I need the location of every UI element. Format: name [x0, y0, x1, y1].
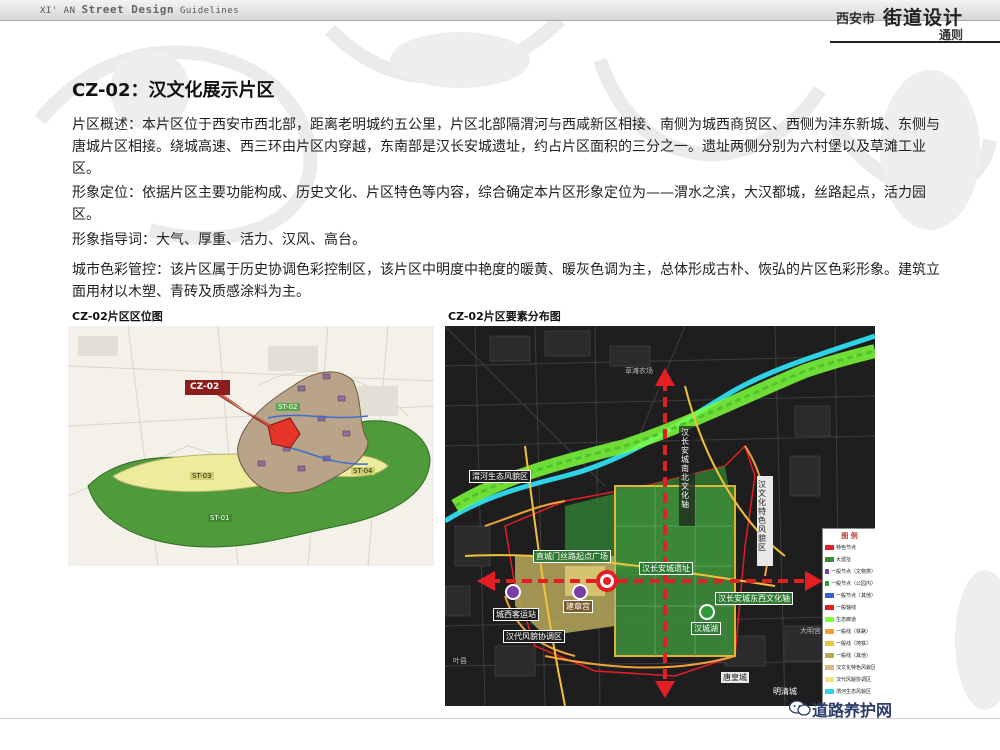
legend-swatch	[825, 580, 829, 586]
legend-swatch	[825, 676, 834, 682]
zone-label-st04: ST-04	[351, 467, 375, 475]
callout-label: CZ-02	[190, 382, 220, 392]
series-suffix: Guidelines	[179, 6, 240, 16]
legend-item: 生态廊道	[823, 613, 875, 625]
label-site: 汉长安城遗址	[639, 562, 693, 575]
element-map: 渭河生态风貌区 汉长安城南北文化轴 汉文化特色风貌区 直城门丝路起点广场 汉长安…	[445, 326, 875, 706]
legend-item: 汉代风貌协调区	[823, 673, 875, 685]
legend-label: 一般线（地铁）	[836, 640, 872, 647]
legend-label: 特色节点	[836, 544, 857, 551]
zone-label-st01: ST-01	[208, 514, 232, 522]
series-title: XI' AN Street Design Guidelines	[40, 3, 239, 16]
legend-label: 一般线（铁路）	[836, 628, 872, 635]
legend-swatch	[825, 604, 834, 610]
map-legend: 图 例 特色节点大遗址一般节点（文物类） 一般节点（公园内） 一般节点（其他） 一般轴…	[822, 528, 875, 706]
legend-label: 大遗址	[836, 556, 852, 563]
legend-label: 生态廊道	[836, 616, 857, 623]
positioning-paragraph: 形象定位：依据片区主要功能构成、历史文化、片区特色等内容，综合确定本片区形象定位…	[72, 185, 926, 223]
overview-paragraph: 片区概述：本片区位于西安市西北部，距离老明城约五公里，片区北部隔渭河与西咸新区相…	[72, 117, 940, 177]
zone-label-st03: ST-03	[190, 472, 214, 480]
legend-label: 一般节点（文物类）	[830, 568, 875, 575]
legend-swatch	[825, 544, 834, 550]
legend-item: 一般节点（公园内）	[823, 577, 875, 589]
label-weihe-zone: 渭河生态风貌区	[469, 470, 531, 483]
legend-item: 一般线（地铁）	[823, 637, 875, 649]
keywords-paragraph: 形象指导词：大气、厚重、活力、汉风、高台。	[72, 232, 366, 248]
legend-title: 图 例	[841, 532, 858, 540]
section-title: CZ-02：汉文化展示片区	[72, 80, 275, 101]
legend-item: 渭河生态风貌区	[823, 685, 875, 697]
brand-block: 西安市 街道设计 通则	[810, 0, 1000, 46]
legend-item: 汉文化特色风貌区	[823, 661, 875, 673]
label-lake: 汉城湖	[691, 622, 721, 635]
legend-item: 一般线（铁路）	[823, 625, 875, 637]
label-culture-zone: 汉文化特色风貌区	[758, 480, 766, 552]
location-map: CZ-02 ST-02 ST-03 ST-04 ST-01	[68, 326, 434, 566]
watermark-text: 道路养护网	[812, 701, 893, 720]
legend-label: 一般轴线	[836, 604, 857, 611]
legend-items: 特色节点大遗址一般节点（文物类） 一般节点（公园内） 一般节点（其他） 一般轴线生态廊…	[823, 541, 875, 697]
zone-label-st02: ST-02	[276, 403, 300, 411]
label-ew-axis: 汉长安城东西文化轴	[715, 592, 793, 605]
legend-swatch	[825, 664, 834, 670]
legend-swatch	[825, 652, 834, 658]
legend-label: 汉文化特色风貌区	[835, 664, 875, 671]
legend-item: 一般线（其他）	[823, 649, 875, 661]
brand-subtitle: 通则	[939, 28, 964, 42]
series-main: Street Design	[81, 3, 175, 16]
location-map-graphic	[68, 326, 434, 566]
label-palace: 建章宫	[563, 600, 593, 613]
label-ming-city: 明清城	[773, 687, 797, 696]
legend-swatch	[825, 628, 834, 634]
legend-item: 一般节点（文物类）	[823, 565, 875, 577]
label-ns-axis: 汉长安城南北文化轴	[681, 428, 689, 509]
label-tang-city: 唐皇城	[721, 672, 749, 683]
element-map-graphic	[445, 326, 875, 706]
label-han-style: 汉代风貌协调区	[503, 630, 565, 643]
label-daming: 大明宫	[800, 627, 821, 635]
legend-item: 一般轴线	[823, 601, 875, 613]
legend-swatch	[825, 556, 834, 562]
legend-item: 特色节点	[823, 541, 875, 553]
label-farmland: 草滩农场	[625, 367, 653, 375]
series-prefix: XI' AN	[40, 6, 76, 16]
right-map-caption: CZ-02片区要素分布图	[448, 310, 561, 323]
legend-label: 汉代风貌协调区	[836, 676, 872, 683]
wechat-icon	[789, 700, 811, 716]
legend-swatch	[825, 688, 834, 694]
color-control-paragraph: 城市色彩管控：该片区属于历史协调色彩控制区，该片区中明度中艳度的暖黄、暖灰色调为…	[72, 262, 940, 300]
label-plaza: 直城门丝路起点广场	[533, 550, 611, 563]
legend-label: 一般节点（公园内）	[830, 580, 875, 587]
legend-label: 一般线（其他）	[836, 652, 872, 659]
label-west-station: 城西客运站	[493, 608, 539, 621]
legend-item: 一般节点（其他）	[823, 589, 875, 601]
legend-item: 大遗址	[823, 553, 875, 565]
brand-city: 西安市	[836, 12, 876, 27]
legend-label: 一般节点（其他）	[835, 592, 875, 599]
legend-swatch	[825, 592, 834, 598]
legend-label: 渭河生态风貌区	[836, 688, 872, 695]
legend-swatch	[825, 640, 834, 646]
legend-swatch	[825, 616, 834, 622]
label-yexian: 叶县	[453, 657, 467, 665]
legend-swatch	[825, 568, 829, 574]
left-map-caption: CZ-02片区区位图	[72, 310, 163, 323]
